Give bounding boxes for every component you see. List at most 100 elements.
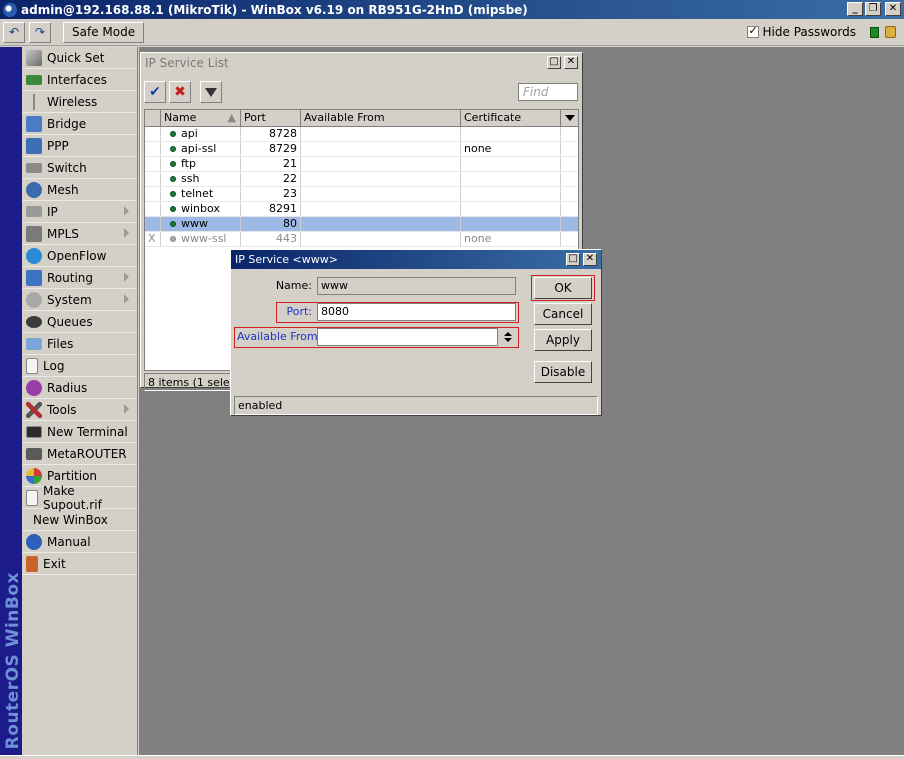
table-row[interactable]: winbox 8291 (145, 202, 578, 217)
safe-mode-button[interactable]: Safe Mode (63, 21, 145, 43)
sidebar-item-files[interactable]: Files (22, 333, 137, 355)
sidebar-item-label: Make Supout.rif (43, 483, 102, 512)
restore-button[interactable]: ❐ (865, 2, 881, 16)
sidebar-item-new-terminal[interactable]: New Terminal (22, 421, 137, 443)
sidebar-item-new-winbox[interactable]: New WinBox (22, 509, 137, 531)
available-from-cell (301, 232, 461, 246)
sidebar-item-interfaces[interactable]: Interfaces (22, 69, 137, 91)
sidebar-item-bridge[interactable]: Bridge (22, 113, 137, 135)
close-button[interactable]: ✕ (564, 56, 578, 69)
column-header-available-from[interactable]: Available From (301, 110, 461, 126)
sidebar-item-make-supout[interactable]: Make Supout.rif (22, 483, 137, 512)
sidebar-item-label: Switch (47, 160, 87, 175)
maximize-button[interactable]: □ (566, 253, 580, 266)
flag-column-header (145, 110, 161, 126)
apply-button[interactable]: Apply (534, 329, 592, 351)
column-header-certificate[interactable]: Certificate (461, 110, 561, 126)
close-button[interactable]: ✕ (885, 2, 901, 16)
port-cell: 443 (241, 232, 301, 246)
sidebar-item-mpls[interactable]: MPLS (22, 223, 137, 245)
dialog-status-bar: enabled (234, 396, 598, 415)
sidebar-item-ip[interactable]: IP (22, 201, 137, 223)
checkmark-icon: ✓ (748, 24, 758, 37)
disable-button[interactable]: ✖ (169, 81, 191, 103)
metarouter-icon (26, 447, 42, 460)
submenu-arrow-icon (124, 404, 129, 414)
flag-cell (145, 127, 161, 141)
sidebar-item-radius[interactable]: Radius (22, 377, 137, 399)
name-cell: ftp (161, 157, 241, 171)
available-from-field[interactable] (317, 328, 498, 346)
sidebar-item-mesh[interactable]: Mesh (22, 179, 137, 201)
sidebar-item-label: New WinBox (33, 512, 108, 527)
terminal-icon (26, 425, 42, 438)
sidebar-item-ppp[interactable]: PPP (22, 135, 137, 157)
status-dot-icon (170, 221, 176, 227)
brand-text: RouterOS WinBox (3, 571, 23, 749)
column-chooser-button[interactable] (561, 110, 578, 126)
routing-icon (26, 269, 42, 286)
table-row-disabled[interactable]: X www-ssl 443 none (145, 232, 578, 247)
sidebar-item-label: Radius (47, 380, 88, 395)
flag-cell (145, 157, 161, 171)
port-field[interactable]: 8080 (317, 303, 516, 321)
openflow-icon (26, 247, 42, 264)
sidebar-item-openflow[interactable]: OpenFlow (22, 245, 137, 267)
undo-button[interactable]: ↶ (3, 21, 25, 43)
sidebar-item-routing[interactable]: Routing (22, 267, 137, 289)
name-text: api-ssl (181, 142, 217, 155)
sidebar-item-label: Files (47, 336, 74, 351)
table-row[interactable]: ssh 22 (145, 172, 578, 187)
minimize-button[interactable]: _ (847, 2, 863, 16)
ppp-icon (26, 137, 42, 154)
port-cell: 8291 (241, 202, 301, 216)
sidebar-item-label: Exit (43, 556, 66, 571)
table-row-selected[interactable]: www 80 (145, 217, 578, 232)
sidebar-item-metarouter[interactable]: MetaROUTER (22, 443, 137, 465)
column-header-name[interactable]: Name ▲ (161, 110, 241, 126)
sidebar-item-label: Wireless (47, 94, 98, 109)
table-row[interactable]: api-ssl 8729 none (145, 142, 578, 157)
name-cell: api-ssl (161, 142, 241, 156)
name-label: Name: (275, 279, 312, 292)
column-header-port[interactable]: Port (241, 110, 301, 126)
sidebar-item-manual[interactable]: Manual (22, 531, 137, 553)
partition-icon (26, 467, 42, 484)
filter-button[interactable] (200, 81, 222, 103)
table-row[interactable]: api 8728 (145, 127, 578, 142)
disable-button[interactable]: Disable (534, 361, 592, 383)
certificate-cell (461, 202, 561, 216)
name-text: telnet (181, 187, 214, 200)
sidebar-item-exit[interactable]: Exit (22, 553, 137, 575)
port-cell: 8728 (241, 127, 301, 141)
sidebar-item-switch[interactable]: Switch (22, 157, 137, 179)
name-text: winbox (181, 202, 220, 215)
table-row[interactable]: ftp 21 (145, 157, 578, 172)
window-controls: _ ❐ ✕ (847, 2, 901, 16)
ok-button[interactable]: OK (534, 277, 592, 299)
add-remove-spinner[interactable] (499, 328, 517, 346)
certificate-cell (461, 217, 561, 231)
close-button[interactable]: ✕ (583, 253, 597, 266)
maximize-button[interactable]: □ (547, 56, 561, 69)
sidebar-item-system[interactable]: System (22, 289, 137, 311)
redo-button[interactable]: ↷ (29, 21, 51, 43)
sidebar-item-tools[interactable]: Tools (22, 399, 137, 421)
sidebar-item-queues[interactable]: Queues (22, 311, 137, 333)
sidebar-item-log[interactable]: Log (22, 355, 137, 377)
table-row[interactable]: telnet 23 (145, 187, 578, 202)
sidebar-item-label: MetaROUTER (47, 446, 127, 461)
port-cell: 8729 (241, 142, 301, 156)
enable-button[interactable]: ✔ (144, 81, 166, 103)
dropdown-arrow-icon (565, 115, 575, 121)
available-from-label: Available From: (237, 330, 322, 343)
cancel-button[interactable]: Cancel (534, 303, 592, 325)
sidebar-menu: Quick Set Interfaces Wireless Bridge PPP… (22, 47, 138, 755)
sidebar-item-wireless[interactable]: Wireless (22, 91, 137, 113)
sidebar-item-quick-set[interactable]: Quick Set (22, 47, 137, 69)
find-input[interactable]: Find (518, 83, 578, 101)
status-dot-icon (170, 131, 176, 137)
bottom-edge (0, 755, 904, 759)
certificate-cell (461, 187, 561, 201)
hide-passwords-checkbox[interactable]: ✓ (746, 24, 759, 38)
